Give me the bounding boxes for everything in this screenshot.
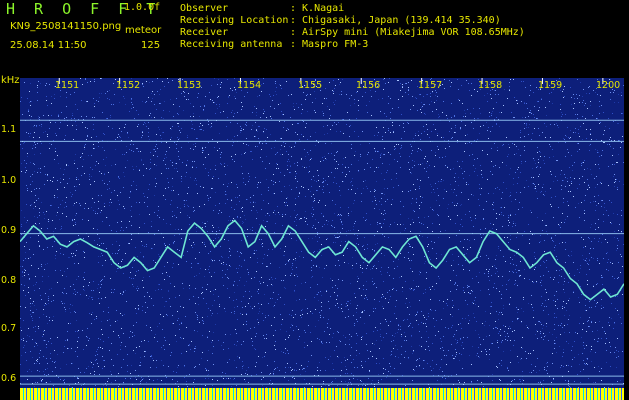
noise-texture bbox=[20, 78, 624, 392]
spectrogram-svg bbox=[20, 78, 624, 392]
x-tick-label: 1159 bbox=[538, 80, 563, 91]
datetime-label: 25.08.14 11:50 bbox=[10, 40, 87, 51]
header-panel: H R O F F T 1.0.0f KN9_2508141150.png me… bbox=[0, 0, 629, 76]
y-tick-label: 0.9 bbox=[1, 225, 17, 236]
x-tick-label: 1155 bbox=[298, 80, 323, 91]
spectrogram-plot bbox=[20, 78, 624, 392]
x-tick-label: 1157 bbox=[418, 80, 443, 91]
y-tick-label: 1.1 bbox=[1, 124, 17, 135]
receiver-key: Receiver bbox=[180, 27, 229, 38]
receiver-value: : AirSpy mini (Miakejima VOR 108.65MHz) bbox=[290, 27, 525, 38]
x-tick-label: 1154 bbox=[237, 80, 262, 91]
y-tick-label: 0.6 bbox=[1, 373, 17, 384]
mode-label: meteor bbox=[125, 25, 162, 36]
y-tick-label: 1.0 bbox=[1, 175, 17, 186]
antenna-value: : Maspro FM-3 bbox=[290, 39, 369, 50]
observer-value: : K.Nagai bbox=[290, 3, 345, 14]
y-tick-label: 0.7 bbox=[1, 323, 17, 334]
observer-key: Observer bbox=[180, 3, 229, 14]
filename-label: KN9_2508141150.png bbox=[10, 21, 122, 32]
location-key: Receiving Location bbox=[180, 15, 289, 26]
count-label: 125 bbox=[141, 40, 161, 51]
y-unit-label: kHz bbox=[1, 75, 20, 86]
x-tick-label: 1152 bbox=[116, 80, 141, 91]
x-tick-label: 1151 bbox=[55, 80, 80, 91]
signal-level-bar bbox=[20, 388, 624, 400]
location-value: : Chigasaki, Japan (139.414 35.340) bbox=[290, 15, 501, 26]
x-tick-label: 1156 bbox=[356, 80, 381, 91]
antenna-key: Receiving antenna bbox=[180, 39, 283, 50]
y-tick-label: 0.8 bbox=[1, 275, 17, 286]
x-tick-label: 1200 bbox=[596, 80, 621, 91]
version-label: 1.0.0f bbox=[124, 2, 161, 13]
x-tick-label: 1158 bbox=[478, 80, 503, 91]
x-tick-label: 1153 bbox=[177, 80, 202, 91]
signal-trace bbox=[20, 219, 624, 301]
